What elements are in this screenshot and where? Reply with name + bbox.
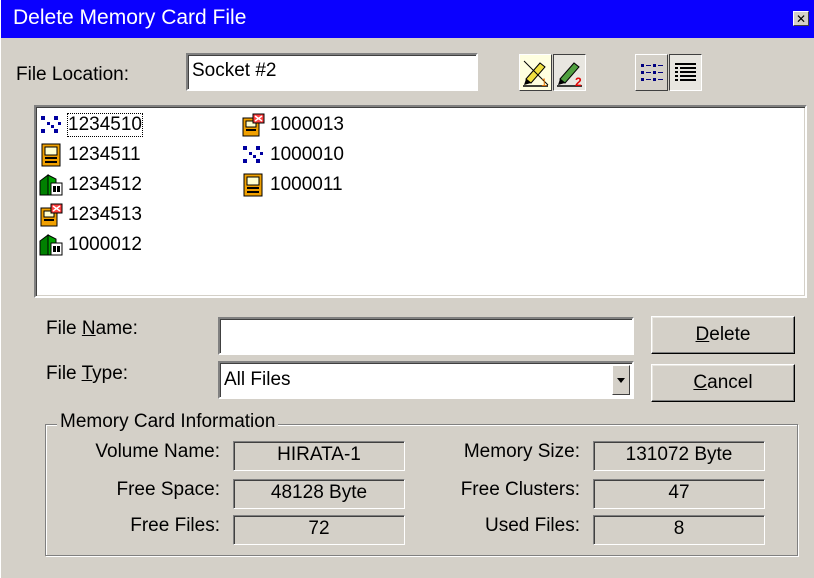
used-files-value: 8 <box>593 515 765 545</box>
file-list[interactable]: 1234510 1234511 1234512 1234513 1000012 … <box>34 105 807 298</box>
memo-file-icon <box>41 143 61 167</box>
delete-memory-card-file-dialog: Delete Memory Card File ✕ File Location:… <box>0 0 814 578</box>
volume-name-label: Volume Name: <box>95 441 220 462</box>
socket-2-badge: 2 <box>575 75 582 89</box>
scatter-data-icon <box>243 146 263 163</box>
close-button[interactable]: ✕ <box>793 11 809 26</box>
socket-1-button[interactable]: 1 <box>519 54 552 91</box>
list-item[interactable]: 1234511 <box>38 142 141 168</box>
memory-size-label: Memory Size: <box>463 441 580 462</box>
socket-2-button[interactable]: 2 <box>553 54 586 91</box>
file-name: 1000011 <box>270 174 343 195</box>
file-name: 1000010 <box>270 144 344 165</box>
chevron-down-icon <box>617 378 625 383</box>
list-item[interactable]: 1000010 <box>240 142 344 168</box>
file-type-select[interactable]: All Files <box>218 361 634 399</box>
file-location-value: Socket #2 <box>192 60 277 81</box>
window-title: Delete Memory Card File <box>13 6 247 29</box>
delete-button[interactable]: Delete <box>651 316 795 354</box>
list-item[interactable]: 1234510 <box>38 112 143 138</box>
list-view-icon <box>641 64 663 81</box>
program-file-icon <box>39 234 63 256</box>
file-location-label: File Location: <box>16 64 130 85</box>
free-files-value: 72 <box>233 515 405 545</box>
file-name: 1234510 <box>67 113 143 137</box>
scatter-data-icon <box>41 116 61 133</box>
list-item[interactable]: 1000013 <box>240 112 344 138</box>
details-view-button[interactable] <box>669 54 702 91</box>
file-name: 1000013 <box>270 114 344 135</box>
file-type-dropdown-button[interactable] <box>612 365 630 395</box>
file-name: 1234513 <box>68 204 142 225</box>
file-name: 1000012 <box>68 234 142 255</box>
volume-name-value: HIRATA-1 <box>233 441 405 471</box>
free-files-label: Free Files: <box>130 515 220 536</box>
list-item[interactable]: 1234512 <box>38 172 142 198</box>
file-type-value: All Files <box>224 369 291 390</box>
close-icon: ✕ <box>795 12 807 26</box>
free-space-label: Free Space: <box>116 479 221 500</box>
pencil-socket-1-icon: 1 <box>520 55 551 90</box>
memory-card-info-title: Memory Card Information <box>57 411 279 433</box>
error-file-icon <box>40 203 63 227</box>
title-bar[interactable]: Delete Memory Card File ✕ <box>1 0 814 38</box>
free-clusters-label: Free Clusters: <box>460 479 580 500</box>
file-name-input[interactable] <box>218 317 634 355</box>
file-name-label: File Name: <box>46 318 138 339</box>
free-space-value: 48128 Byte <box>233 479 405 509</box>
list-item[interactable]: 1234513 <box>38 202 142 228</box>
cancel-button[interactable]: Cancel <box>651 364 795 402</box>
list-item[interactable]: 1000011 <box>240 172 343 198</box>
socket-1-badge: 1 <box>541 77 547 89</box>
list-item[interactable]: 1000012 <box>38 232 142 258</box>
free-clusters-value: 47 <box>593 479 765 509</box>
file-location-field: Socket #2 <box>186 53 478 91</box>
pencil-socket-2-icon: 2 <box>557 62 582 89</box>
details-view-icon <box>675 63 696 81</box>
program-file-icon <box>39 174 63 196</box>
used-files-label: Used Files: <box>484 515 580 536</box>
memory-size-value: 131072 Byte <box>593 441 765 471</box>
file-name: 1234512 <box>68 174 142 195</box>
file-type-label: File Type: <box>46 363 129 384</box>
file-name: 1234511 <box>68 144 141 165</box>
list-view-button[interactable] <box>635 54 668 91</box>
memo-file-icon <box>243 173 263 197</box>
error-file-icon <box>242 113 265 137</box>
